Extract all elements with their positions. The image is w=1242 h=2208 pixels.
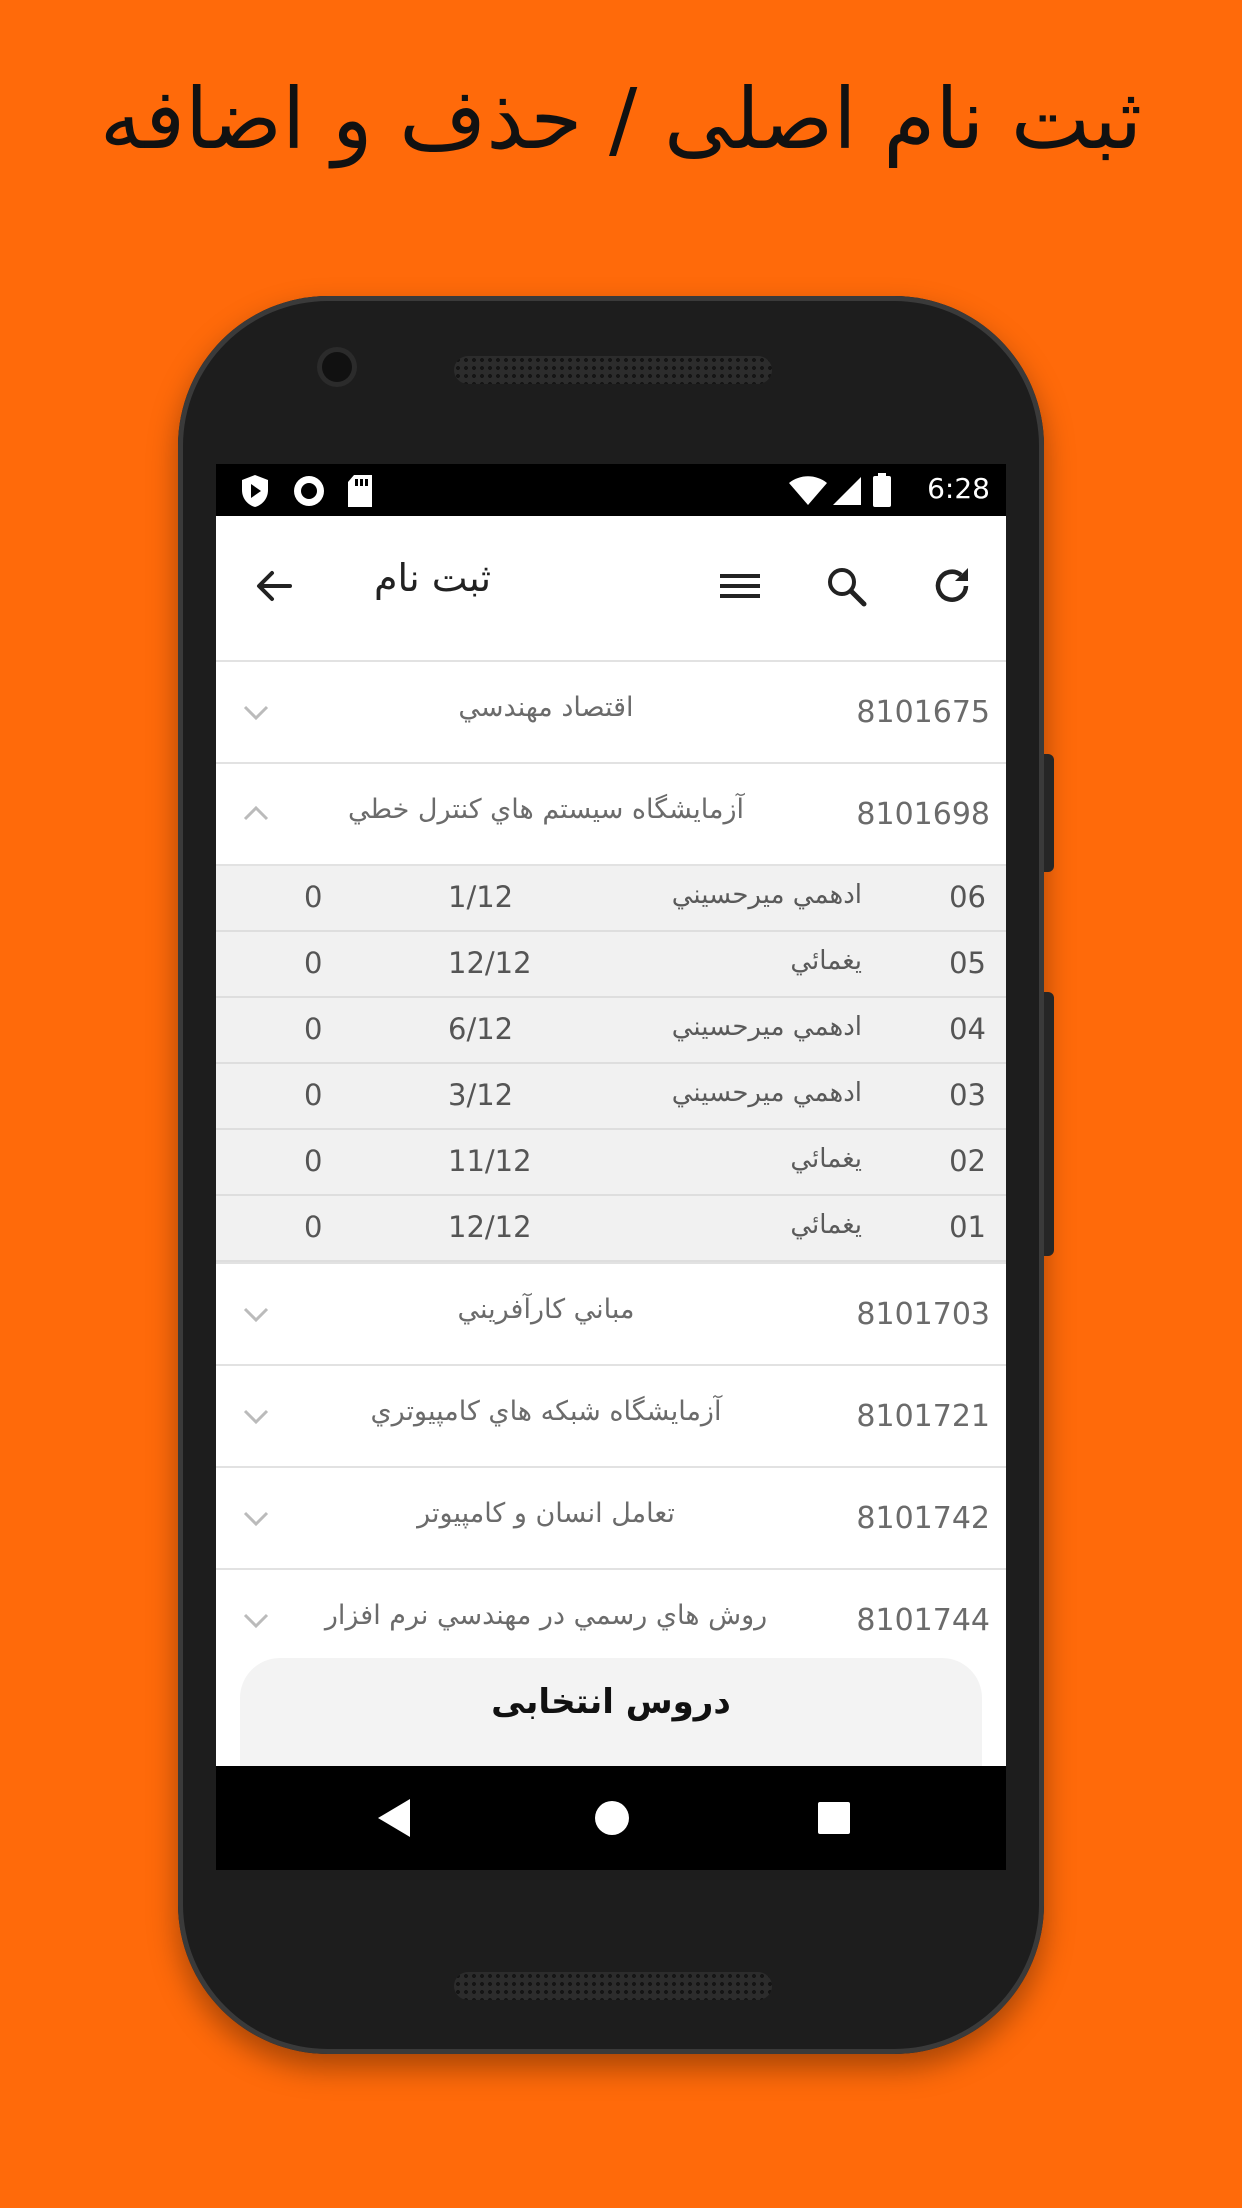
professor-name: يغمائي — [790, 1210, 862, 1240]
back-button[interactable] — [244, 556, 304, 616]
section-number: 05 — [949, 946, 986, 980]
wifi-icon — [789, 476, 827, 505]
chevron-up-icon — [243, 805, 269, 821]
app-screen: 6:28 ثبت نام 8101675 اقتصاد مهندسي 81016… — [216, 464, 1006, 1870]
course-row[interactable]: 8101703 مباني كارآفريني — [216, 1262, 1006, 1364]
capacity: 1/12 — [448, 880, 514, 914]
section-row[interactable]: 01 يغمائي 12/12 0 — [216, 1196, 1006, 1262]
professor-name: يغمائي — [790, 946, 862, 976]
course-row[interactable]: 8101721 آزمايشگاه شبكه هاي كامپيوتري — [216, 1364, 1006, 1466]
course-name: آزمايشگاه سيستم هاي كنترل خطي — [347, 794, 745, 825]
record-icon — [294, 476, 324, 506]
course-row[interactable]: 8101742 تعامل انسان و كامپيوتر — [216, 1466, 1006, 1568]
status-bar: 6:28 — [216, 464, 1006, 516]
capacity: 12/12 — [448, 1210, 532, 1244]
course-code: 8101675 — [856, 695, 990, 730]
search-icon — [828, 568, 867, 607]
capacity: 3/12 — [448, 1078, 514, 1112]
shield-play-icon — [242, 475, 268, 507]
nav-home-icon[interactable] — [592, 1796, 632, 1840]
bottom-speaker — [454, 1972, 772, 2000]
section-number: 02 — [949, 1144, 986, 1178]
front-camera — [322, 352, 352, 382]
course-name: روش هاي رسمي در مهندسي نرم افزار — [324, 1600, 768, 1631]
refresh-button[interactable] — [922, 556, 982, 616]
waitlist-count: 0 — [304, 1078, 323, 1112]
course-name: تعامل انسان و كامپيوتر — [417, 1498, 675, 1529]
professor-name: يغمائي — [790, 1144, 862, 1174]
course-code: 8101703 — [856, 1297, 990, 1332]
section-number: 04 — [949, 1012, 986, 1046]
earpiece-speaker — [454, 356, 772, 384]
volume-button — [1044, 992, 1054, 1256]
section-list: 06 ادهمي ميرحسيني 1/12 0 05 يغمائي 12/12… — [216, 864, 1006, 1262]
clock: 6:28 — [927, 472, 990, 505]
waitlist-count: 0 — [304, 1012, 323, 1046]
course-name: اقتصاد مهندسي — [458, 692, 634, 723]
waitlist-count: 0 — [304, 946, 323, 980]
section-number: 01 — [949, 1210, 986, 1244]
section-number: 06 — [949, 880, 986, 914]
battery-icon — [873, 473, 891, 507]
chevron-down-icon — [243, 1613, 269, 1629]
search-button[interactable] — [816, 556, 876, 616]
course-row-expanded[interactable]: 8101698 آزمايشگاه سيستم هاي كنترل خطي — [216, 762, 1006, 864]
course-list: 8101675 اقتصاد مهندسي 8101698 آزمايشگاه … — [216, 660, 1006, 1670]
refresh-icon — [935, 568, 969, 602]
sd-card-icon — [348, 475, 372, 507]
section-row[interactable]: 06 ادهمي ميرحسيني 1/12 0 — [216, 866, 1006, 932]
course-name: آزمايشگاه شبكه هاي كامپيوتري — [370, 1396, 722, 1427]
capacity: 6/12 — [448, 1012, 514, 1046]
course-code: 8101721 — [856, 1399, 990, 1434]
course-row[interactable]: 8101675 اقتصاد مهندسي — [216, 660, 1006, 762]
section-row[interactable]: 03 ادهمي ميرحسيني 3/12 0 — [216, 1064, 1006, 1130]
capacity: 11/12 — [448, 1144, 532, 1178]
course-row[interactable]: 8101744 روش هاي رسمي در مهندسي نرم افزار — [216, 1568, 1006, 1670]
course-code: 8101744 — [856, 1603, 990, 1638]
course-name: مباني كارآفريني — [457, 1294, 635, 1325]
menu-icon — [720, 574, 760, 598]
nav-back-icon[interactable] — [374, 1796, 414, 1840]
power-button — [1044, 754, 1054, 872]
capacity: 12/12 — [448, 946, 532, 980]
chevron-down-icon — [243, 705, 269, 721]
chevron-down-icon — [243, 1409, 269, 1425]
professor-name: ادهمي ميرحسيني — [671, 1078, 862, 1108]
course-code: 8101698 — [856, 797, 990, 832]
professor-name: ادهمي ميرحسيني — [671, 1012, 862, 1042]
course-code: 8101742 — [856, 1501, 990, 1536]
waitlist-count: 0 — [304, 1210, 323, 1244]
menu-button[interactable] — [710, 556, 770, 616]
promo-headline: ثبت نام اصلی / حذف و اضافه — [99, 70, 1143, 168]
section-row[interactable]: 02 يغمائي 11/12 0 — [216, 1130, 1006, 1196]
chevron-down-icon — [243, 1307, 269, 1323]
section-row[interactable]: 05 يغمائي 12/12 0 — [216, 932, 1006, 998]
chevron-down-icon — [243, 1511, 269, 1527]
professor-name: ادهمي ميرحسيني — [671, 880, 862, 910]
signal-icon — [833, 477, 861, 505]
app-bar: ثبت نام — [216, 516, 1006, 660]
arrow-back-icon — [257, 571, 292, 601]
system-nav-bar — [216, 1766, 1006, 1870]
page-title: ثبت نام — [374, 556, 492, 600]
waitlist-count: 0 — [304, 1144, 323, 1178]
section-number: 03 — [949, 1078, 986, 1112]
nav-recents-icon[interactable] — [814, 1796, 854, 1840]
section-row[interactable]: 04 ادهمي ميرحسيني 6/12 0 — [216, 998, 1006, 1064]
waitlist-count: 0 — [304, 880, 323, 914]
